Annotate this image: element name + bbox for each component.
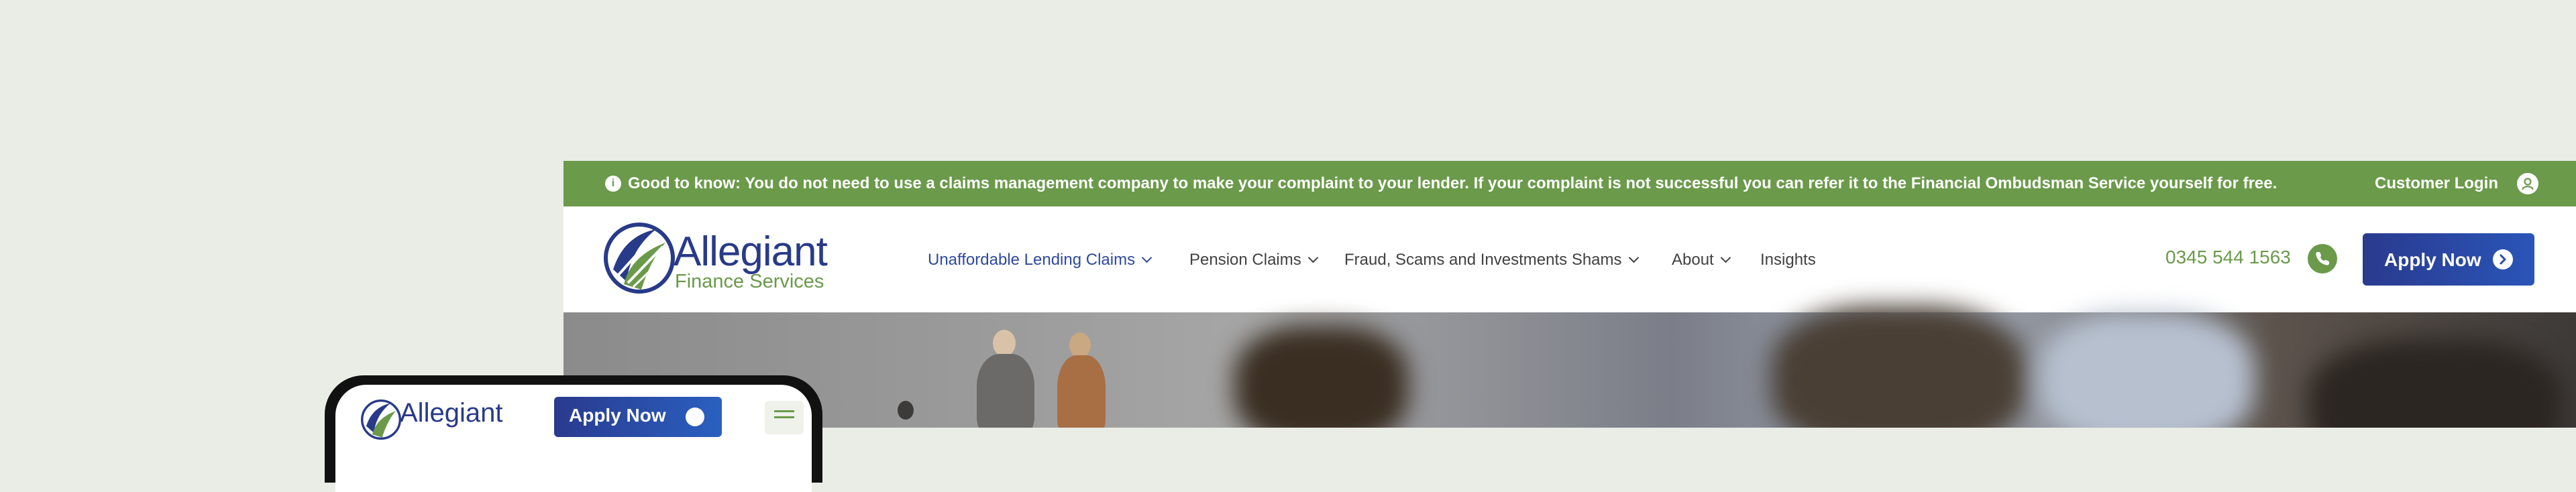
allegiant-logo-icon[interactable] (604, 223, 675, 294)
hero-blur-shape (2308, 339, 2563, 428)
chevron-down-icon (1628, 252, 1639, 263)
brand-name[interactable]: Allegiant (674, 228, 828, 275)
menu-line (774, 416, 794, 418)
nav-item-insights[interactable]: Insights (1760, 251, 1816, 269)
phone-icon[interactable] (2308, 244, 2337, 273)
user-icon[interactable] (2517, 173, 2538, 194)
apply-now-label: Apply Now (2384, 249, 2481, 270)
notice-text: Good to know: You do not need to use a c… (628, 174, 2277, 192)
chevron-down-icon (1307, 252, 1319, 263)
customer-login-link[interactable]: Customer Login (2375, 174, 2498, 193)
hero-figure-head (1069, 332, 1091, 358)
nav-label: Fraud, Scams and Investments Shams (1344, 251, 1622, 269)
notice-bar: i Good to know: You do not need to use a… (564, 161, 2576, 206)
website-frame: i Good to know: You do not need to use a… (564, 161, 2576, 428)
hero-blur-shape (2039, 312, 2254, 428)
nav-item-fraud-scams[interactable]: Fraud, Scams and Investments Shams (1344, 251, 1639, 269)
phone-number-link[interactable]: 0345 544 1563 (2165, 247, 2291, 268)
info-icon: i (605, 176, 621, 192)
apply-now-button[interactable]: Apply Now (2363, 233, 2534, 286)
hero-figure-body (1057, 355, 1106, 428)
main-navbar: Allegiant Finance Services Unaffordable … (564, 206, 2576, 312)
nav-label: Unaffordable Lending Claims (928, 251, 1136, 269)
arrow-right-circle-icon (2493, 249, 2513, 269)
mobile-screen: Allegiant Apply Now (335, 385, 812, 492)
brand-subtitle: Finance Services (675, 271, 824, 292)
chevron-down-icon (1141, 252, 1152, 263)
nav-item-pension-claims[interactable]: Pension Claims (1189, 251, 1319, 269)
hero-blur-shape (1771, 306, 2026, 428)
hamburger-menu-icon[interactable] (765, 401, 804, 434)
mobile-device-mockup: Allegiant Apply Now (325, 375, 822, 492)
nav-label: About (1672, 251, 1714, 269)
nav-label: Pension Claims (1189, 251, 1301, 269)
hero-figure-head (993, 330, 1016, 357)
nav-label: Insights (1760, 251, 1816, 269)
hero-figure-body (977, 354, 1034, 428)
hero-blur-shape (1234, 326, 1409, 428)
allegiant-logo-icon[interactable] (361, 399, 401, 440)
hero-image (564, 306, 2576, 428)
chevron-down-icon (1720, 252, 1731, 263)
mobile-brand-name[interactable]: Allegiant (400, 398, 502, 428)
menu-line (774, 410, 794, 412)
mobile-apply-now-button[interactable]: Apply Now (554, 397, 722, 437)
mobile-apply-now-label: Apply Now (569, 405, 666, 426)
nav-item-about[interactable]: About (1672, 251, 1731, 269)
arrow-right-circle-icon (686, 408, 704, 426)
nav-item-unaffordable-lending-claims[interactable]: Unaffordable Lending Claims (928, 251, 1152, 269)
hero-figure-head (898, 401, 914, 420)
